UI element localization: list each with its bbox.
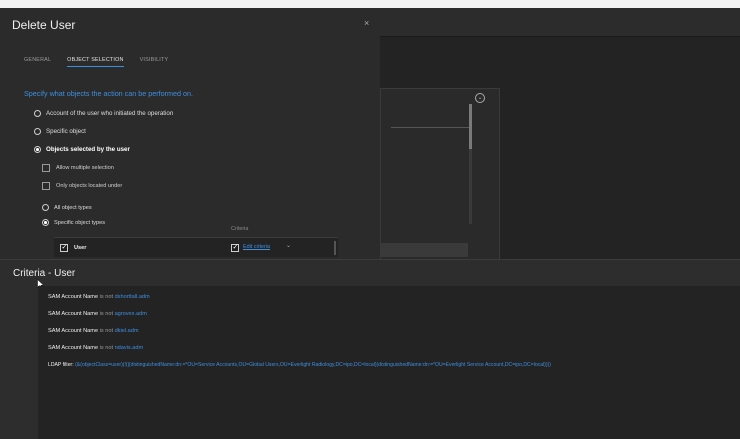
rule-field: SAM Account Name <box>48 345 99 351</box>
check-only-objects-under[interactable]: Only objects located under <box>42 182 122 190</box>
option-all-object-types[interactable]: All object types <box>42 204 92 211</box>
ldap-filter-line: LDAP filter: (&(objectClass=user)(!(|(di… <box>48 362 551 368</box>
rule-value[interactable]: dkiel.adm <box>115 328 139 334</box>
ldap-label: LDAP filter: <box>48 362 74 368</box>
tab-visibility[interactable]: VISIBILITY <box>140 57 169 67</box>
option-label: All object types <box>54 204 92 211</box>
rule-field: SAM Account Name <box>48 311 99 317</box>
rule-value[interactable]: dshorttall.adm <box>115 294 150 300</box>
rule-field: SAM Account Name <box>48 328 99 334</box>
check-allow-multiple[interactable]: Allow multiple selection <box>42 164 114 172</box>
tab-bar: GENERAL OBJECT SELECTION VISIBILITY <box>24 57 184 67</box>
rule-operator: is not <box>99 345 113 351</box>
background-header <box>380 8 740 37</box>
section-prompt: Specify what objects the action can be p… <box>24 89 194 98</box>
criteria-rule: SAM Account Name is not dshorttall.adm <box>48 294 150 300</box>
radio-icon[interactable] <box>34 128 41 135</box>
option-objects-selected-by-user[interactable]: Objects selected by the user <box>34 146 130 153</box>
option-initiator-account[interactable]: Account of the user who initiated the op… <box>34 110 173 117</box>
check-user-type[interactable]: User <box>60 243 87 252</box>
option-label: Specific object <box>46 128 86 135</box>
rule-value[interactable]: agroves.adm <box>115 311 147 317</box>
object-type-row[interactable]: User Edit criteria ⌄ <box>54 237 338 257</box>
rule-operator: is not <box>99 311 113 317</box>
checkbox-checked-icon[interactable] <box>60 243 68 252</box>
option-label: Specific object types <box>54 219 105 226</box>
divider <box>391 127 471 128</box>
checkbox-icon[interactable] <box>42 182 50 190</box>
tab-general[interactable]: GENERAL <box>24 57 51 67</box>
option-label: Objects selected by the user <box>46 146 130 153</box>
ldap-filter-value[interactable]: (&(objectClass=user)(!(|(distinguishedNa… <box>75 362 551 368</box>
scrollbar-thumb[interactable] <box>469 104 472 149</box>
tab-object-selection[interactable]: OBJECT SELECTION <box>67 57 124 67</box>
background-panel: ⌄ <box>380 88 500 263</box>
scrollbar[interactable] <box>469 104 472 224</box>
criteria-rule: SAM Account Name is not ndavis.adm <box>48 345 143 351</box>
criteria-checkbox-checked-icon[interactable] <box>231 243 239 252</box>
check-label: Only objects located under <box>56 183 123 189</box>
rule-operator: is not <box>99 294 113 300</box>
chevron-circle-icon[interactable]: ⌄ <box>475 93 485 103</box>
option-specific-object-types[interactable]: Specific object types <box>42 219 105 226</box>
criteria-panel: Criteria - User SAM Account Name is not … <box>0 259 740 439</box>
top-strip <box>0 0 740 8</box>
option-label: Account of the user who initiated the op… <box>46 110 174 117</box>
delete-user-dialog: Delete User × GENERAL OBJECT SELECTION V… <box>0 8 380 259</box>
criteria-rule: SAM Account Name is not dkiel.adm <box>48 328 139 334</box>
type-label: User <box>74 245 87 251</box>
rule-operator: is not <box>99 328 113 334</box>
radio-icon[interactable] <box>34 110 41 117</box>
close-icon[interactable]: × <box>364 18 369 28</box>
rule-field: SAM Account Name <box>48 294 99 300</box>
criteria-list: SAM Account Name is not dshorttall.adm S… <box>38 286 740 439</box>
criteria-column-header: Criteria <box>231 226 249 232</box>
criteria-panel-title: Criteria - User <box>13 268 76 279</box>
chevron-down-icon[interactable]: ⌄ <box>286 242 291 249</box>
check-label: Allow multiple selection <box>56 165 114 171</box>
radio-selected-icon[interactable] <box>42 219 49 226</box>
radio-selected-icon[interactable] <box>34 146 41 153</box>
row-scrollbar[interactable] <box>334 241 336 255</box>
rule-value[interactable]: ndavis.adm <box>115 345 144 351</box>
edit-criteria-link[interactable]: Edit criteria <box>243 244 270 250</box>
radio-icon[interactable] <box>42 204 49 211</box>
criteria-rule: SAM Account Name is not agroves.adm <box>48 311 147 317</box>
option-specific-object[interactable]: Specific object <box>34 128 86 135</box>
background-bar <box>381 243 468 257</box>
checkbox-icon[interactable] <box>42 164 50 172</box>
dialog-title: Delete User <box>12 18 76 32</box>
